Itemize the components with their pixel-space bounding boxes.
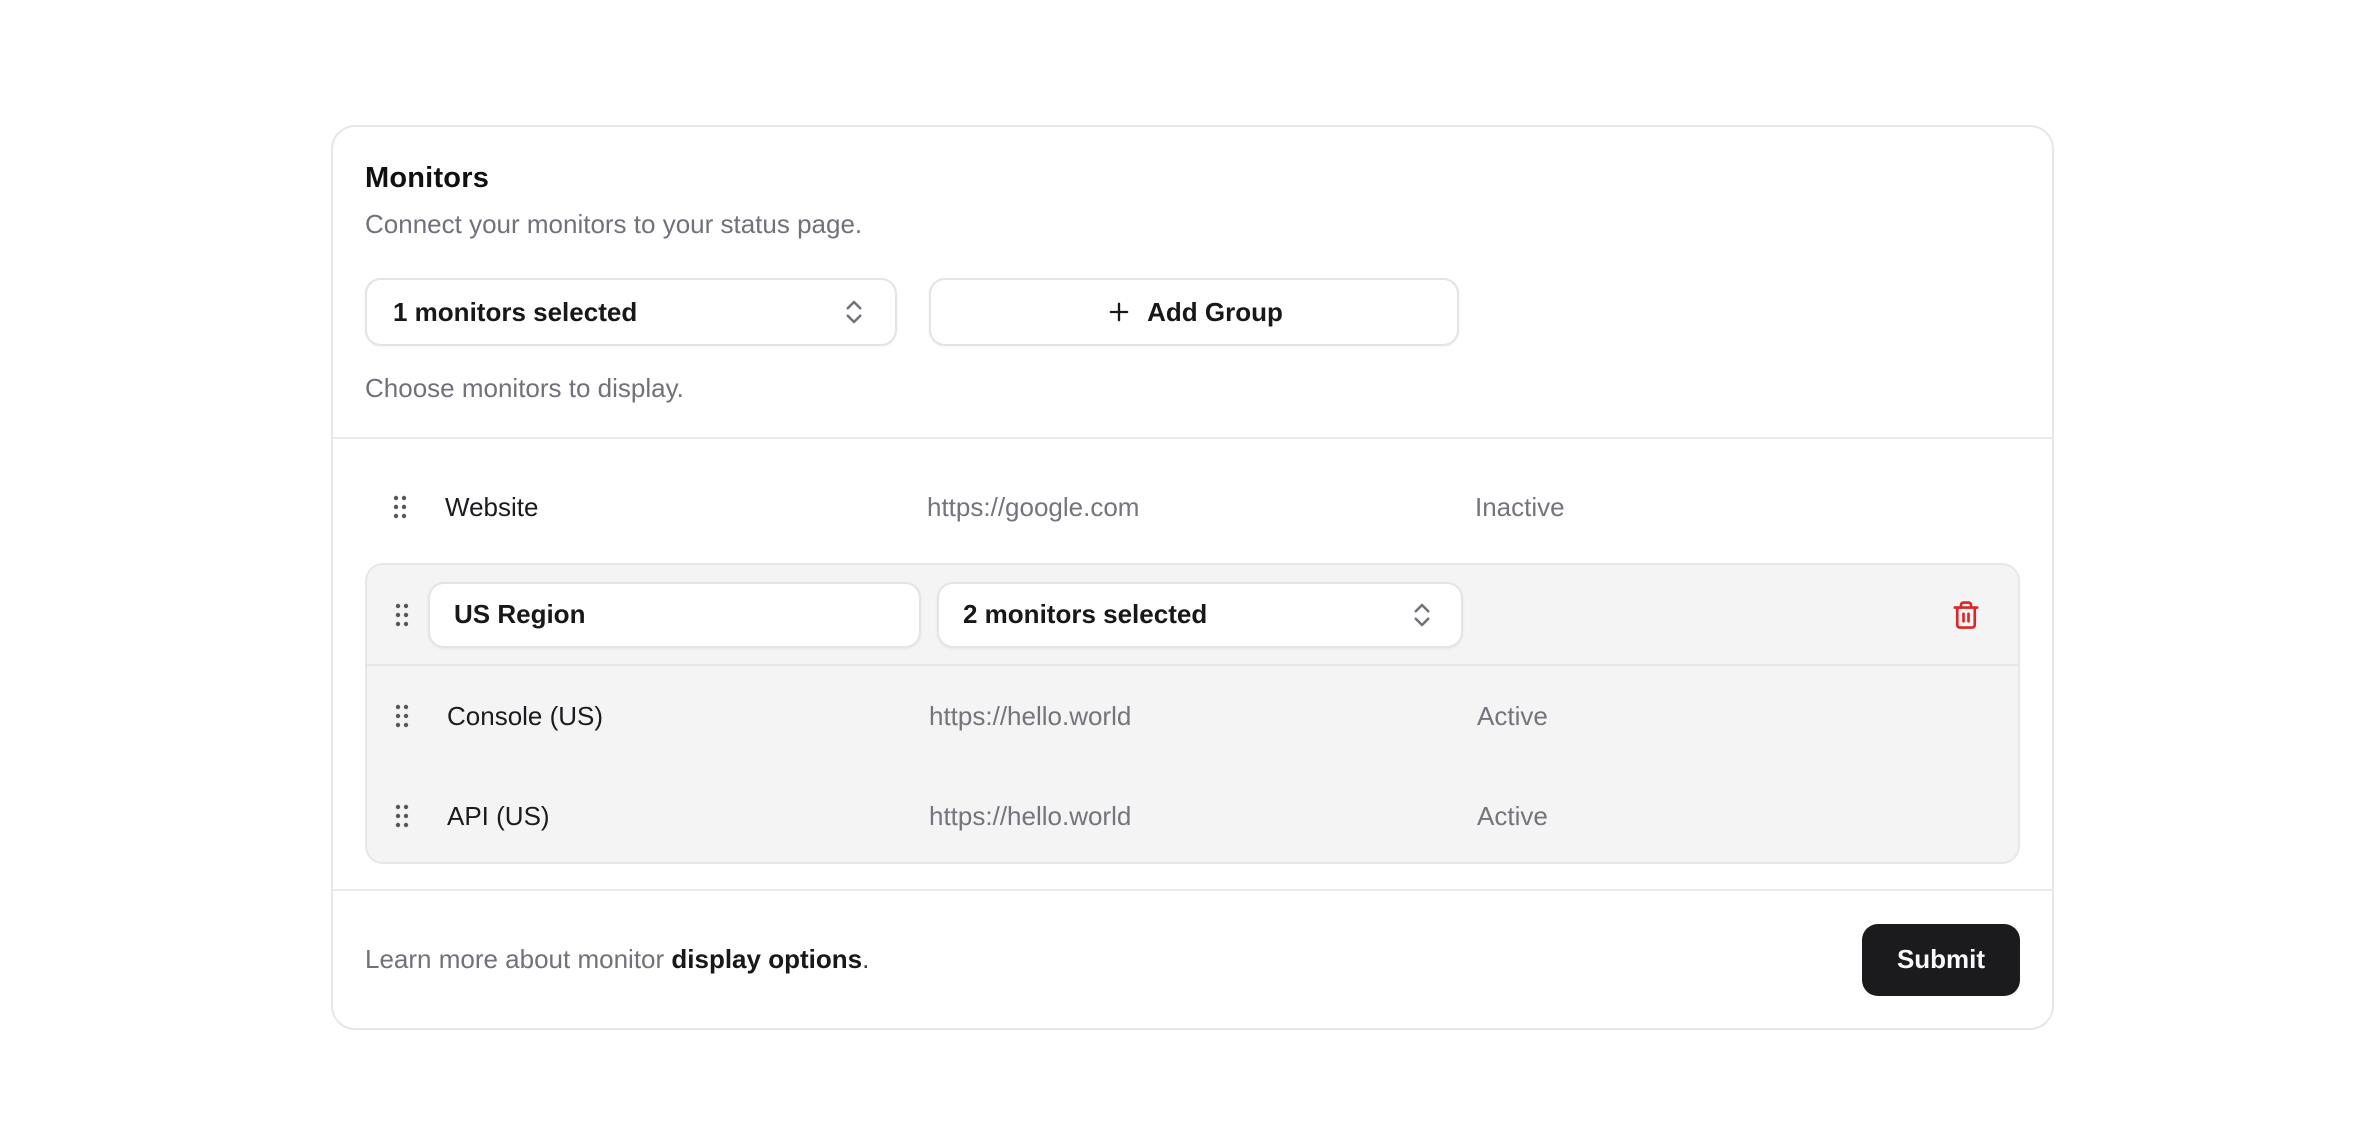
monitor-list: Website https://google.com Inactive 2 mo…: [333, 437, 2052, 864]
delete-group-button[interactable]: [1942, 591, 1990, 639]
monitor-row: API (US) https://hello.world Active: [367, 766, 2018, 864]
group-name-input[interactable]: [428, 582, 921, 648]
page-title: Monitors: [365, 160, 2020, 196]
learn-more-prefix: Learn more about monitor: [365, 944, 671, 974]
chevrons-up-down-icon: [839, 297, 869, 327]
monitor-name: Website: [445, 492, 927, 523]
plus-icon: [1105, 298, 1133, 326]
monitor-row: Website https://google.com Inactive: [365, 459, 2020, 555]
monitor-url: https://hello.world: [929, 701, 1477, 732]
monitor-group: 2 monitors selected Console (US) https:/…: [365, 563, 2020, 864]
add-group-button[interactable]: Add Group: [929, 278, 1459, 346]
monitor-name: Console (US): [447, 701, 929, 732]
controls-row: 1 monitors selected Add Group: [365, 278, 2020, 346]
monitor-url: https://google.com: [927, 492, 1475, 523]
grip-vertical-icon[interactable]: [394, 703, 410, 729]
card-header: Monitors Connect your monitors to your s…: [333, 127, 2052, 404]
chevrons-up-down-icon: [1407, 600, 1437, 630]
monitors-select[interactable]: 1 monitors selected: [365, 278, 897, 346]
monitor-row: Console (US) https://hello.world Active: [367, 666, 2018, 766]
grip-vertical-icon[interactable]: [394, 602, 410, 628]
learn-more-text: Learn more about monitor display options…: [365, 944, 869, 975]
monitors-card: Monitors Connect your monitors to your s…: [331, 125, 2054, 1030]
display-options-link[interactable]: display options: [671, 944, 862, 974]
monitor-status: Active: [1477, 801, 2018, 832]
trash-icon: [1951, 600, 1981, 630]
monitor-status: Active: [1477, 701, 2018, 732]
learn-more-suffix: .: [862, 944, 869, 974]
monitors-select-value: 1 monitors selected: [393, 297, 637, 328]
add-group-label: Add Group: [1147, 297, 1283, 328]
card-footer: Learn more about monitor display options…: [333, 889, 2052, 1028]
group-header-row: 2 monitors selected: [367, 565, 2018, 664]
monitor-url: https://hello.world: [929, 801, 1477, 832]
helper-text: Choose monitors to display.: [365, 372, 2020, 404]
group-children: Console (US) https://hello.world Active …: [367, 664, 2018, 864]
card-subtitle: Connect your monitors to your status pag…: [365, 208, 2020, 240]
monitor-name: API (US): [447, 801, 929, 832]
grip-vertical-icon[interactable]: [394, 803, 410, 829]
group-monitors-select[interactable]: 2 monitors selected: [937, 582, 1463, 648]
monitor-status: Inactive: [1475, 492, 2020, 523]
group-monitors-select-value: 2 monitors selected: [963, 599, 1207, 630]
grip-vertical-icon[interactable]: [392, 494, 408, 520]
submit-button[interactable]: Submit: [1862, 924, 2020, 996]
